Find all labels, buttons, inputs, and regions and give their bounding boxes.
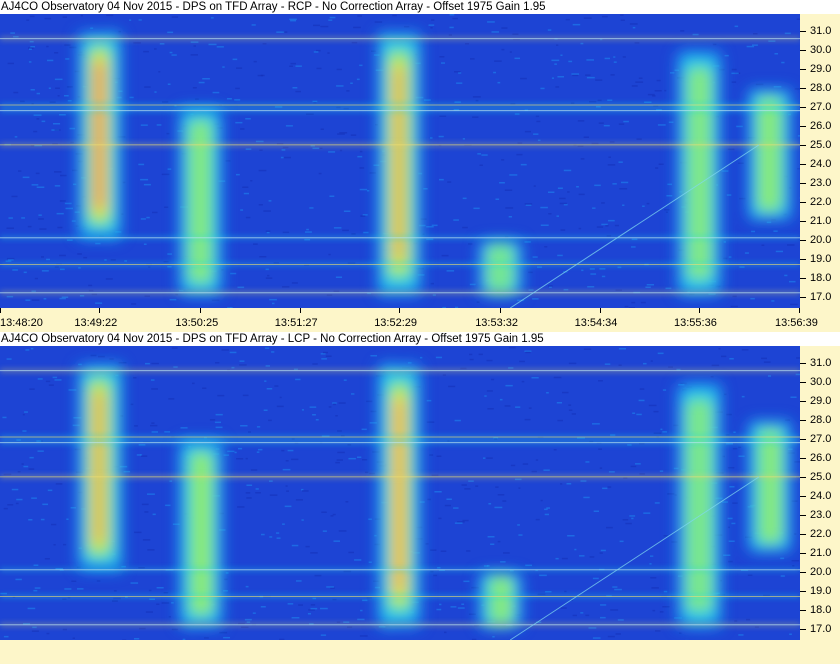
frequency-tick-label: 26.0 bbox=[810, 451, 832, 464]
frequency-tick-label: 26.0 bbox=[810, 119, 832, 132]
burst-feature bbox=[76, 31, 123, 240]
frequency-tick bbox=[800, 363, 806, 365]
frequency-tick-label: 25.0 bbox=[810, 470, 832, 483]
frequency-tick bbox=[800, 69, 806, 70]
frequency-tick-label: 17.0 bbox=[810, 290, 832, 303]
frequency-tick bbox=[800, 382, 806, 383]
frequency-tick-label: 18.0 bbox=[810, 603, 832, 616]
time-tick bbox=[599, 308, 601, 313]
rcp-frequency-axis: 31.0 30.0 29.0 28.0 27.0 26.0 25.0 24.0 23.0 22.0… bbox=[800, 14, 840, 308]
lcp-frequency-axis: 31.0 30.0 29.0 28.0 27.0 26.0 25.0 24.0 23.0 22.0… bbox=[800, 346, 840, 640]
lcp-spectrogram bbox=[0, 346, 800, 640]
frequency-tick-label: 30.0 bbox=[810, 44, 832, 56]
frequency-tick bbox=[800, 552, 806, 554]
frequency-tick-label: 19.0 bbox=[810, 584, 832, 597]
frequency-tick-label: 28.0 bbox=[810, 82, 832, 94]
rcp-panel: AJ4CO Observatory 04 Nov 2015 - DPS on T… bbox=[0, 0, 840, 332]
time-tick bbox=[399, 308, 401, 313]
burst-feature bbox=[477, 571, 524, 629]
frequency-tick bbox=[800, 590, 806, 592]
time-tick-label: 13:52:29 bbox=[374, 317, 418, 329]
frequency-tick-label: 23.0 bbox=[810, 176, 832, 189]
frequency-tick bbox=[800, 420, 806, 421]
frequency-tick-label: 17.0 bbox=[810, 622, 832, 635]
frequency-tick bbox=[800, 258, 806, 260]
time-tick-label: 13:56:39 bbox=[775, 317, 818, 329]
frequency-tick bbox=[800, 277, 806, 279]
frequency-tick-label: 30.0 bbox=[810, 376, 832, 388]
frequency-tick bbox=[800, 533, 806, 535]
frequency-tick bbox=[800, 609, 806, 611]
frequency-tick bbox=[800, 50, 806, 51]
frequency-tick bbox=[800, 31, 806, 33]
time-tick-label: 13:48:20 bbox=[0, 317, 43, 329]
burst-feature bbox=[376, 31, 423, 297]
time-tick bbox=[699, 308, 700, 313]
frequency-tick bbox=[800, 239, 806, 241]
frequency-tick bbox=[800, 571, 806, 573]
frequency-tick bbox=[800, 220, 806, 222]
time-tick-label: 13:54:34 bbox=[574, 317, 618, 329]
frequency-tick bbox=[800, 495, 806, 497]
frequency-tick bbox=[800, 144, 806, 146]
frequency-tick bbox=[800, 401, 806, 402]
frequency-tick-label: 28.0 bbox=[810, 414, 832, 426]
frequency-tick-label: 27.0 bbox=[810, 100, 832, 113]
time-tick-label: 13:50:25 bbox=[175, 317, 219, 329]
lcp-panel: AJ4CO Observatory 04 Nov 2015 - DPS on T… bbox=[0, 332, 840, 664]
frequency-tick bbox=[800, 628, 806, 630]
frequency-tick bbox=[800, 476, 806, 478]
frequency-tick bbox=[800, 88, 806, 89]
frequency-tick bbox=[800, 438, 806, 440]
rcp-title: AJ4CO Observatory 04 Nov 2015 - DPS on T… bbox=[0, 0, 840, 14]
burst-feature bbox=[177, 438, 224, 629]
time-tick bbox=[99, 308, 101, 313]
time-tick bbox=[0, 308, 1, 313]
frequency-tick bbox=[800, 514, 806, 516]
lcp-spectrogram-svg bbox=[0, 346, 800, 640]
frequency-tick-label: 24.0 bbox=[810, 489, 832, 502]
rcp-time-axis: 13:48:20 13:49:22 13:50:25 13:51:27 13:52:29… bbox=[0, 308, 840, 332]
frequency-tick-label: 27.0 bbox=[810, 432, 832, 445]
frequency-tick-label: 20.0 bbox=[810, 565, 832, 578]
frequency-tick bbox=[800, 125, 806, 127]
burst-feature bbox=[177, 106, 224, 297]
frequency-tick-label: 29.0 bbox=[810, 63, 832, 75]
frequency-tick bbox=[800, 182, 806, 184]
burst-feature bbox=[376, 363, 423, 629]
time-tick bbox=[200, 308, 202, 313]
frequency-tick-label: 31.0 bbox=[810, 357, 832, 370]
frequency-tick bbox=[800, 106, 806, 108]
frequency-tick-label: 23.0 bbox=[810, 508, 832, 521]
time-tick bbox=[799, 308, 800, 313]
burst-feature bbox=[746, 420, 793, 553]
rcp-spectrogram bbox=[0, 14, 800, 308]
frequency-tick-label: 18.0 bbox=[810, 271, 832, 284]
frequency-tick-label: 24.0 bbox=[810, 157, 832, 170]
time-tick-label: 13:49:22 bbox=[74, 317, 118, 329]
time-tick-label: 13:55:36 bbox=[674, 317, 717, 329]
frequency-tick-label: 22.0 bbox=[810, 195, 832, 208]
frequency-tick-label: 31.0 bbox=[810, 25, 832, 38]
frequency-tick-label: 21.0 bbox=[810, 214, 832, 227]
frequency-tick-label: 21.0 bbox=[810, 546, 832, 559]
frequency-tick bbox=[800, 201, 806, 203]
time-tick-label: 13:51:27 bbox=[274, 317, 318, 329]
burst-feature bbox=[76, 363, 123, 572]
lcp-title: AJ4CO Observatory 04 Nov 2015 - DPS on T… bbox=[0, 332, 840, 346]
frequency-tick bbox=[800, 457, 806, 459]
frequency-tick bbox=[800, 163, 806, 165]
time-tick bbox=[500, 308, 502, 313]
rcp-spectrogram-svg bbox=[0, 14, 800, 308]
frequency-tick bbox=[800, 296, 806, 298]
burst-feature bbox=[477, 239, 524, 297]
frequency-tick-label: 25.0 bbox=[810, 138, 832, 151]
frequency-tick-label: 20.0 bbox=[810, 233, 832, 246]
time-tick bbox=[299, 308, 301, 313]
time-tick-label: 13:53:32 bbox=[475, 317, 519, 329]
frequency-tick-label: 22.0 bbox=[810, 527, 832, 540]
frequency-tick-label: 19.0 bbox=[810, 252, 832, 265]
burst-feature bbox=[746, 88, 793, 221]
frequency-tick-label: 29.0 bbox=[810, 395, 832, 407]
